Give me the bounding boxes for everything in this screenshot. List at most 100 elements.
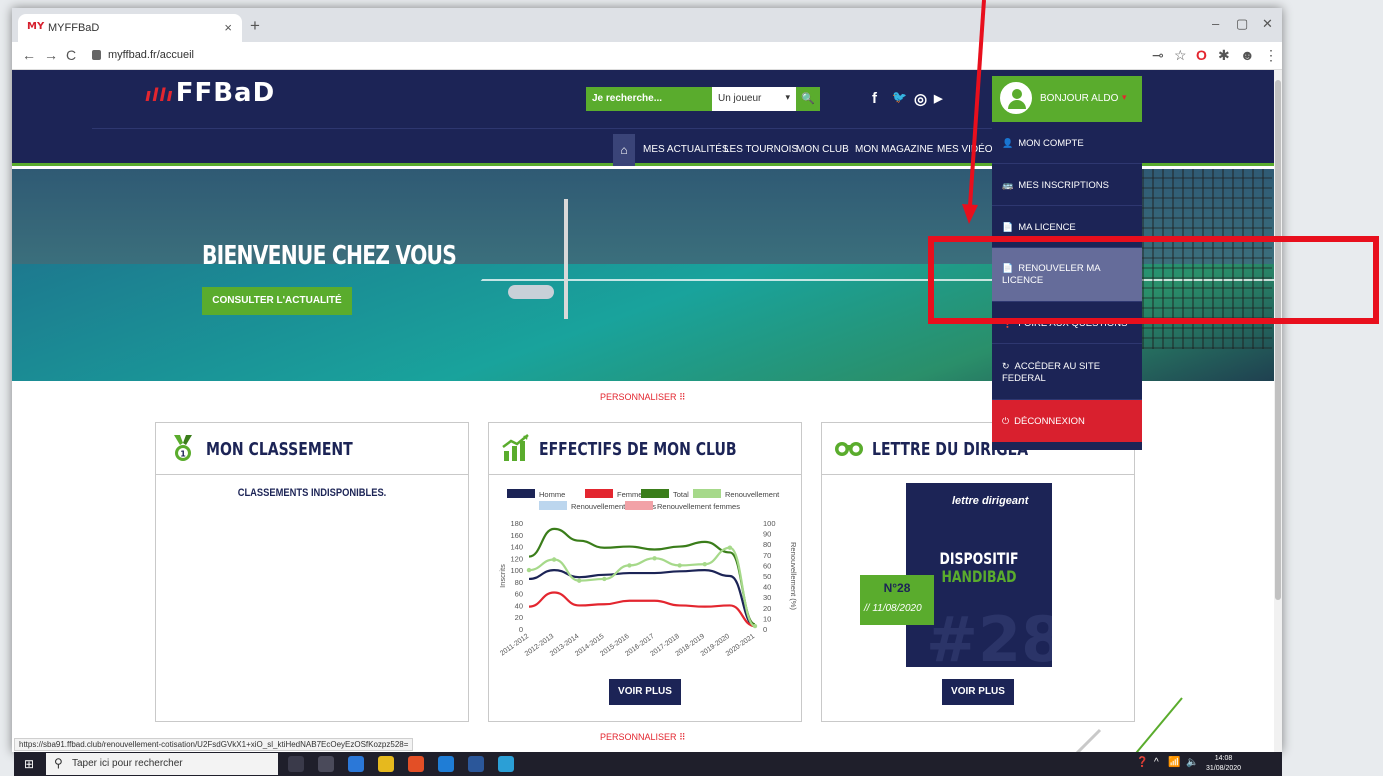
taskbar-clock[interactable]: 14:08 31/08/2020 (1206, 754, 1241, 774)
search-scope-select[interactable]: Un joueur ▾ (712, 87, 796, 111)
taskbar-app-icon[interactable] (408, 756, 424, 772)
new-tab-icon[interactable]: + (250, 16, 260, 36)
menu-item-label: MES INSCRIPTIONS (1018, 180, 1110, 191)
volume-icon[interactable]: 🔈 (1186, 757, 1198, 768)
series-point (702, 562, 707, 567)
annotation-arrow (962, 0, 986, 224)
tab-close-icon[interactable]: × (224, 20, 232, 35)
minimize-icon[interactable]: – (1212, 16, 1219, 31)
personaliser-link-top[interactable]: PERSONNALISER ⠿ (600, 392, 686, 403)
user-menu-button[interactable]: BONJOUR ALDO ▾ (992, 76, 1142, 122)
profile-icon[interactable]: ☻ (1240, 47, 1255, 63)
newsletter-title-1: DISPOSITIF (939, 549, 1019, 568)
y2-tick-label: 60 (763, 561, 771, 570)
menu-icon[interactable]: ⋮ (1264, 47, 1278, 64)
key-icon[interactable]: ⊸ (1152, 47, 1164, 64)
windows-start-icon[interactable]: ⊞ (24, 757, 34, 771)
taskbar-app-icon[interactable] (348, 756, 364, 772)
taskbar-app-icon[interactable] (318, 756, 334, 772)
opera-icon[interactable]: O (1196, 47, 1207, 63)
browser-tab[interactable]: MY MYFFBaD × (18, 14, 242, 42)
annotation-highlight-box (928, 236, 1379, 324)
forward-icon[interactable]: → (44, 47, 58, 63)
nav-mes-actualites[interactable]: MES ACTUALITÉS (643, 144, 729, 155)
y2-tick-label: 50 (763, 572, 771, 581)
nav-les-tournois[interactable]: LES TOURNOIS (724, 144, 798, 155)
maximize-icon[interactable]: ▢ (1236, 16, 1248, 32)
menu-item-mes-inscriptions[interactable]: 🚌 MES INSCRIPTIONS (992, 164, 1142, 206)
user-icon: 👤 (1002, 138, 1014, 148)
personaliser-link-bottom[interactable]: PERSONNALISER ⠿ (600, 732, 686, 743)
youtube-icon[interactable]: ▶ (934, 92, 942, 105)
extensions-icon[interactable]: ✱ (1218, 47, 1230, 64)
logo-mark: ıllı (145, 85, 174, 106)
search-button[interactable]: 🔍 (796, 87, 820, 111)
y2-tick-label: 80 (763, 540, 771, 549)
y-tick-label: 40 (515, 601, 523, 610)
y2-tick-label: 20 (763, 604, 771, 613)
chevron-down-icon: ▾ (1122, 92, 1127, 102)
taskbar-app-icon[interactable] (288, 756, 304, 772)
menu-item-site-federal[interactable]: ↻ ACCÉDER AU SITE FEDERAL (992, 344, 1142, 400)
tray-expand-icon[interactable]: ^ (1154, 757, 1159, 768)
grid-icon: ⠿ (679, 392, 686, 402)
series-point (677, 563, 682, 568)
close-window-icon[interactable]: ✕ (1262, 16, 1273, 32)
search-input[interactable]: Je recherche... (586, 87, 712, 111)
menu-item-mon-compte[interactable]: 👤 MON COMPTE (992, 122, 1142, 164)
y2-tick-label: 90 (763, 530, 771, 539)
back-icon[interactable]: ← (22, 47, 36, 63)
reload-icon[interactable]: C (66, 47, 76, 63)
taskbar-app-icon[interactable] (378, 756, 394, 772)
url-field[interactable]: myffbad.fr/accueil (108, 49, 194, 61)
voir-plus-lettre-button[interactable]: VOIR PLUS (942, 679, 1014, 705)
y2-tick-label: 70 (763, 551, 771, 560)
help-icon[interactable]: ❓ (1136, 757, 1148, 768)
search-scope-value: Un joueur (718, 93, 762, 104)
ffbad-logo[interactable]: ıllıFFBaD (145, 78, 275, 108)
newsletter-date: // 11/08/2020 (864, 603, 922, 614)
newsletter-issue-number: N°28 (883, 581, 911, 595)
scrollbar-thumb[interactable] (1275, 80, 1281, 600)
address-bar: ← → C myffbad.fr/accueil ⊸ ☆ O ✱ ☻ ⋮ (12, 42, 1282, 70)
scrollbar[interactable] (1274, 70, 1282, 752)
y-tick-label: 80 (515, 578, 523, 587)
legend-swatch (641, 489, 669, 498)
star-icon[interactable]: ☆ (1174, 47, 1187, 64)
series-point (551, 557, 557, 562)
taskbar-app-icon[interactable] (498, 756, 514, 772)
facebook-icon[interactable]: f (872, 90, 877, 107)
card-header: 1 MON CLASSEMENT (156, 423, 468, 475)
series-line-total (528, 527, 756, 626)
twitter-icon[interactable]: 🐦 (892, 90, 907, 104)
taskbar-search-input[interactable]: ⚲ Taper ici pour rechercher (46, 753, 278, 775)
nav-mon-magazine[interactable]: MON MAGAZINE (855, 144, 933, 155)
newsletter-bg-number: #28 (926, 603, 1052, 667)
legend-label: Total (673, 490, 689, 499)
logo-text: FFBaD (175, 78, 276, 108)
chevron-down-icon: ▾ (785, 92, 790, 102)
y-axis-label: Inscrits (498, 564, 507, 588)
classement-message: CLASSEMENTS INDISPONIBLES. (237, 487, 387, 499)
home-icon[interactable]: ⌂ (613, 134, 635, 166)
series-point (602, 576, 607, 582)
y-tick-label: 20 (515, 613, 523, 622)
y2-tick-label: 10 (763, 614, 771, 623)
instagram-icon[interactable]: ◎ (914, 90, 927, 108)
menu-item-deconnexion[interactable]: ⏻ DÉCONNEXION (992, 400, 1142, 442)
taskbar-app-icon[interactable] (438, 756, 454, 772)
clock-time: 14:08 (1214, 755, 1233, 762)
network-icon[interactable]: 📶 (1168, 757, 1180, 768)
growth-chart-icon (502, 434, 529, 461)
consulter-actualite-button[interactable]: CONSULTER L'ACTUALITÉ (202, 287, 352, 315)
y-tick-label: 0 (519, 625, 523, 634)
clock-date: 31/08/2020 (1206, 765, 1242, 772)
taskbar-app-icon[interactable] (468, 756, 484, 772)
refresh-icon: ↻ (1002, 361, 1010, 371)
series-point (577, 578, 582, 583)
newsletter-header: lettre dirigeant (952, 495, 1029, 507)
legend-swatch (625, 501, 653, 510)
voir-plus-effectifs-button[interactable]: VOIR PLUS (609, 679, 681, 705)
nav-mon-club[interactable]: MON CLUB (796, 144, 849, 155)
y-tick-label: 100 (510, 566, 523, 575)
